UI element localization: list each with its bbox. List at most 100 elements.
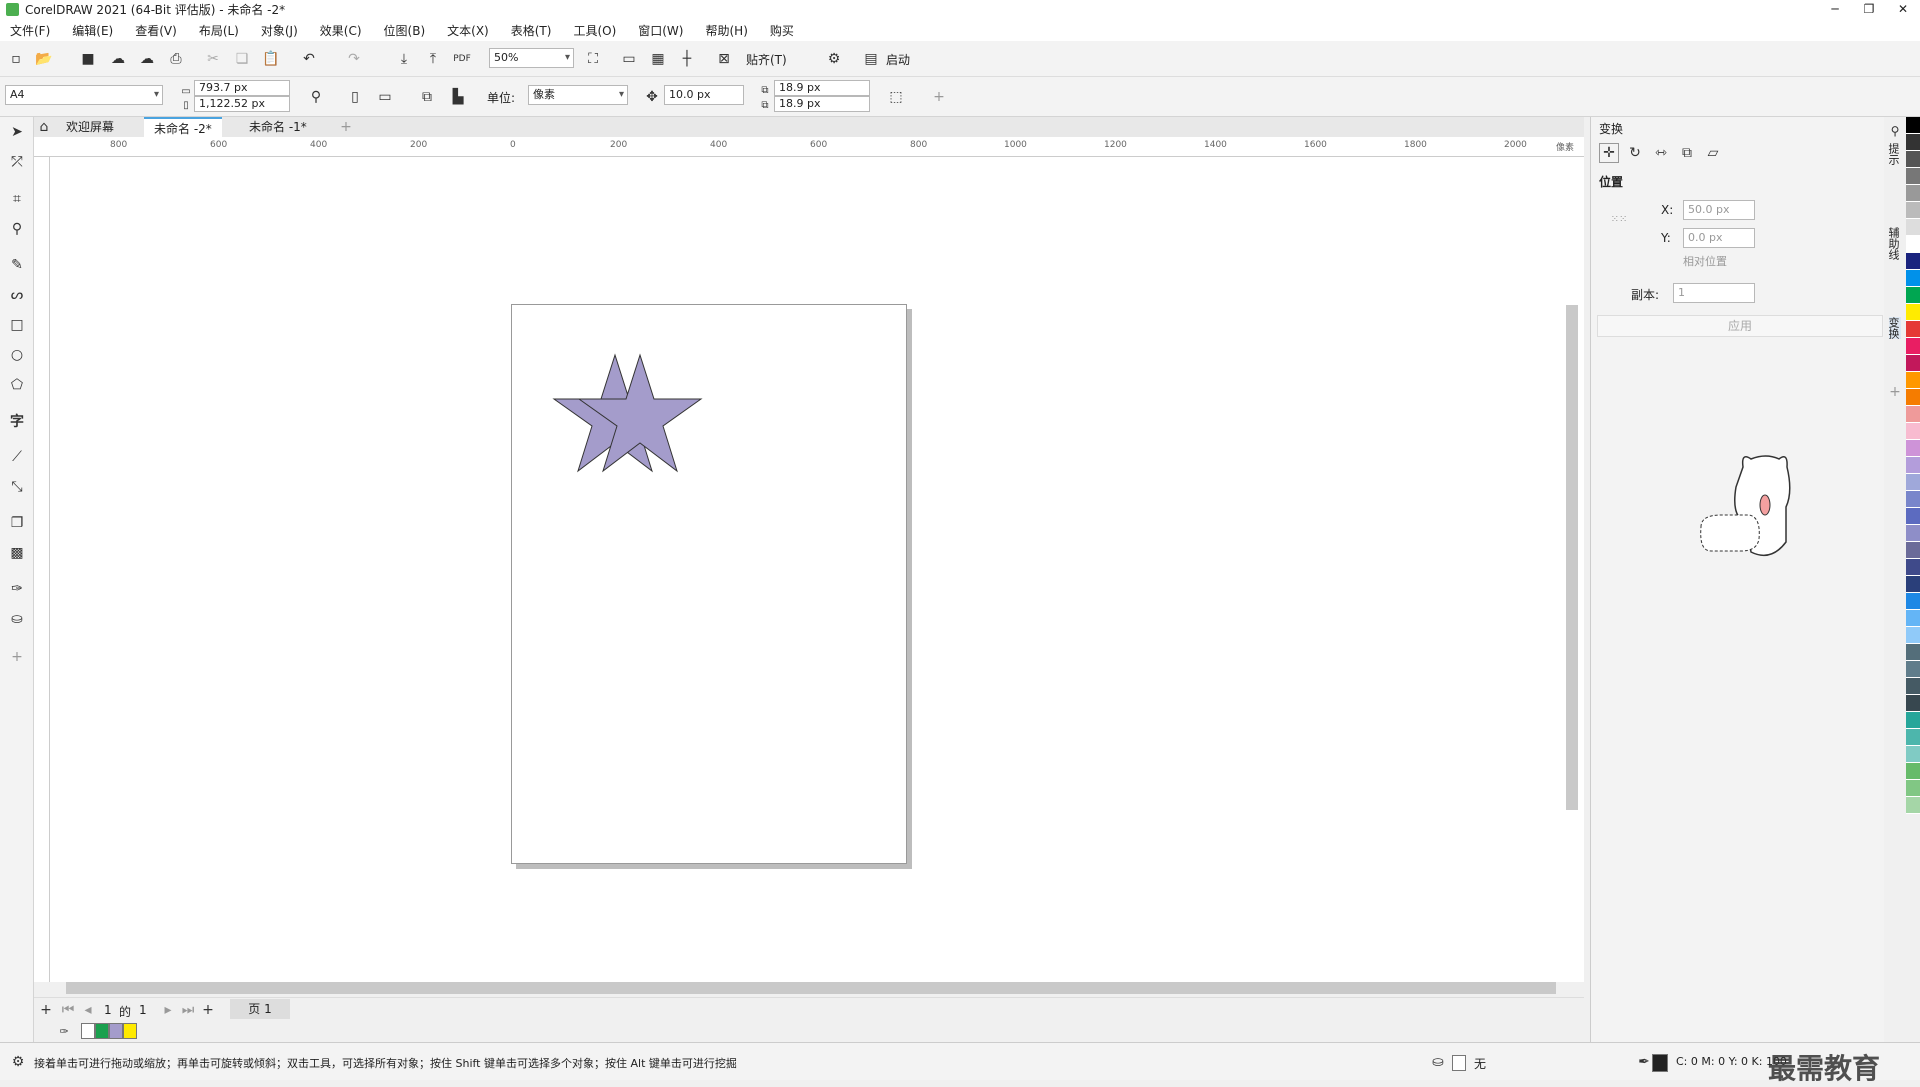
connector-tool-icon[interactable]: ⤡ — [7, 477, 27, 497]
vertical-ruler[interactable] — [34, 157, 50, 982]
show-guidelines-icon[interactable]: ┼ — [677, 49, 697, 69]
palette-swatch[interactable] — [1906, 236, 1920, 253]
zoom-tool-icon[interactable]: ⚲ — [7, 219, 27, 239]
artistic-media-tool-icon[interactable]: ᔕ — [7, 285, 27, 305]
position-mode-icon[interactable]: ✛ — [1599, 143, 1619, 163]
show-grid-icon[interactable]: ▦ — [648, 49, 668, 69]
outline-pen-icon[interactable]: ✒ — [1634, 1052, 1654, 1072]
vertical-scrollbar[interactable] — [1566, 305, 1578, 810]
polygon-tool-icon[interactable]: ⬠ — [7, 375, 27, 395]
home-icon[interactable]: ⌂ — [34, 117, 54, 137]
export-icon[interactable]: ⤒ — [423, 49, 443, 69]
cloud-upload-icon[interactable]: ☁ — [137, 49, 157, 69]
menu-file[interactable]: 文件(F) — [10, 22, 50, 39]
palette-swatch[interactable] — [1906, 695, 1920, 712]
menu-table[interactable]: 表格(T) — [511, 22, 552, 39]
rectangle-tool-icon[interactable]: □ — [7, 315, 27, 335]
palette-swatch[interactable] — [1906, 338, 1920, 355]
landscape-icon[interactable]: ▭ — [375, 87, 395, 107]
palette-swatch[interactable] — [1906, 423, 1920, 440]
launch-icon[interactable]: ▤ — [861, 49, 881, 69]
open-folder-icon[interactable]: 📂 — [34, 49, 54, 69]
snap-off-icon[interactable]: ⊠ — [714, 49, 734, 69]
import-icon[interactable]: ⤓ — [394, 49, 414, 69]
drop-shadow-tool-icon[interactable]: ❐ — [7, 513, 27, 533]
palette-swatch[interactable] — [1906, 440, 1920, 457]
portrait-icon[interactable]: ▯ — [345, 87, 365, 107]
palette-swatch[interactable] — [1906, 780, 1920, 797]
copy-icon[interactable]: ❏ — [232, 49, 252, 69]
page-tab[interactable]: 页 1 — [230, 999, 290, 1019]
page-size-select[interactable]: A4 — [5, 85, 163, 105]
pick-tool-icon[interactable]: ➤ — [7, 122, 27, 142]
star-objects[interactable] — [540, 350, 720, 490]
copies-input[interactable]: 1 — [1673, 283, 1755, 303]
tab-hints[interactable]: 提示 — [1887, 143, 1901, 165]
apply-button[interactable]: 应用 — [1597, 315, 1883, 337]
tab-untitled-2[interactable]: 未命名 -2* — [144, 117, 222, 137]
hints-icon[interactable]: ⚲ — [1885, 121, 1905, 141]
palette-swatch[interactable] — [1906, 219, 1920, 236]
menu-buy[interactable]: 购买 — [770, 22, 794, 39]
palette-swatch[interactable] — [1906, 457, 1920, 474]
palette-swatch[interactable] — [1906, 729, 1920, 746]
new-document-icon[interactable]: ▫ — [6, 49, 26, 69]
palette-swatch[interactable] — [1906, 287, 1920, 304]
interactive-fill-tool-icon[interactable]: ⛀ — [7, 609, 27, 629]
palette-swatch[interactable] — [1906, 355, 1920, 372]
current-page-icon[interactable]: ▙ — [448, 87, 468, 107]
palette-swatch[interactable] — [1906, 474, 1920, 491]
previous-page-icon[interactable]: ◂ — [78, 1000, 98, 1020]
print-icon[interactable]: ⎙ — [166, 49, 186, 69]
all-pages-icon[interactable]: ⚲ — [306, 87, 326, 107]
palette-swatch[interactable] — [1906, 134, 1920, 151]
palette-swatch[interactable] — [1906, 117, 1920, 134]
duplicate-y-input[interactable]: 18.9 px — [774, 96, 870, 112]
full-screen-preview-icon[interactable]: ▭ — [619, 49, 639, 69]
first-page-icon[interactable]: ⏮ — [58, 1000, 78, 1020]
next-page-icon[interactable]: ▸ — [158, 1000, 178, 1020]
zoom-fit-icon[interactable]: ⛶ — [583, 49, 603, 69]
rotate-mode-icon[interactable]: ↻ — [1625, 143, 1645, 163]
position-y-input[interactable]: 0.0 px — [1683, 228, 1755, 248]
menu-text[interactable]: 文本(X) — [447, 22, 489, 39]
last-page-icon[interactable]: ⏭ — [178, 1000, 198, 1020]
menu-effects[interactable]: 效果(C) — [320, 22, 362, 39]
fill-bucket-icon[interactable]: ⛀ — [1428, 1052, 1448, 1072]
tab-welcome-screen[interactable]: 欢迎屏幕 — [56, 117, 124, 137]
page-width-input[interactable]: 793.7 px — [194, 80, 290, 96]
palette-swatch[interactable] — [1906, 304, 1920, 321]
menu-help[interactable]: 帮助(H) — [705, 22, 747, 39]
palette-swatch[interactable] — [1906, 253, 1920, 270]
menu-edit[interactable]: 编辑(E) — [72, 22, 113, 39]
palette-swatch[interactable] — [1906, 406, 1920, 423]
menu-tools[interactable]: 工具(O) — [573, 22, 616, 39]
redo-icon[interactable]: ↷ — [344, 49, 364, 69]
save-icon[interactable]: ■ — [78, 49, 98, 69]
add-page-before-icon[interactable]: + — [36, 1000, 56, 1020]
menu-window[interactable]: 窗口(W) — [638, 22, 683, 39]
position-x-input[interactable]: 50.0 px — [1683, 200, 1755, 220]
palette-swatch[interactable] — [1906, 525, 1920, 542]
treat-as-filled-icon[interactable]: ⬚ — [886, 87, 906, 107]
settings-gear-icon[interactable]: ⚙ — [8, 1052, 28, 1072]
palette-swatch[interactable] — [1906, 270, 1920, 287]
size-mode-icon[interactable]: ⧉ — [1677, 143, 1697, 163]
export-pdf-icon[interactable]: PDF — [452, 49, 472, 69]
palette-swatch[interactable] — [1906, 389, 1920, 406]
palette-swatch[interactable] — [1906, 491, 1920, 508]
relative-position-checkbox[interactable]: 相对位置 — [1683, 253, 1727, 269]
palette-swatch[interactable] — [1906, 746, 1920, 763]
undo-icon[interactable]: ↶ — [299, 49, 319, 69]
doc-swatch-green[interactable] — [95, 1023, 109, 1039]
minimize-button[interactable]: ─ — [1818, 0, 1852, 19]
palette-swatch[interactable] — [1906, 151, 1920, 168]
close-button[interactable]: ✕ — [1886, 0, 1920, 19]
parallel-dimension-tool-icon[interactable]: ⟋ — [7, 447, 27, 467]
palette-swatch[interactable] — [1906, 763, 1920, 780]
palette-swatch[interactable] — [1906, 576, 1920, 593]
doc-swatch-lavender[interactable] — [109, 1023, 123, 1039]
tab-transform[interactable]: 变换 — [1887, 317, 1901, 339]
palette-swatch[interactable] — [1906, 202, 1920, 219]
menu-object[interactable]: 对象(J) — [261, 22, 298, 39]
